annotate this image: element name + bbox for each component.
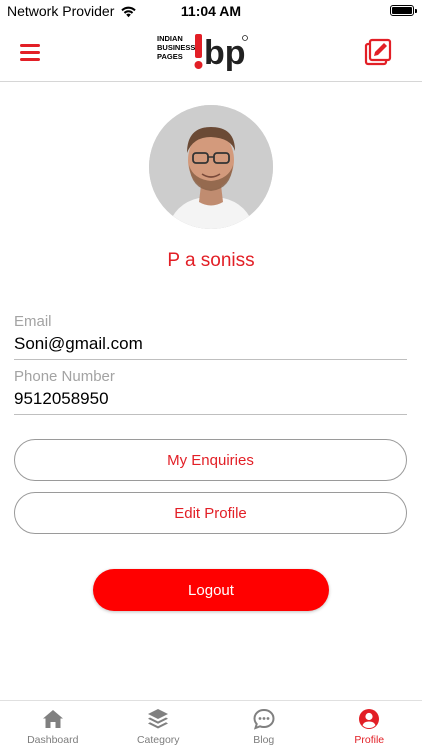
logout-button[interactable]: Logout [93, 569, 329, 611]
bottom-tab-bar: Dashboard Category Blog Profile [0, 700, 422, 750]
home-icon [42, 710, 63, 728]
tab-dashboard[interactable]: Dashboard [0, 701, 106, 750]
tab-label-dashboard: Dashboard [27, 734, 79, 746]
svg-text:bp: bp [204, 34, 246, 72]
tab-blog[interactable]: Blog [211, 701, 317, 750]
hamburger-menu-icon[interactable] [20, 40, 44, 64]
profile-name: P a soniss [167, 250, 255, 271]
edit-profile-button[interactable]: Edit Profile [14, 492, 407, 534]
user-circle-icon [359, 709, 380, 729]
layers-icon [148, 709, 169, 729]
battery-icon [390, 5, 417, 16]
tab-label-profile: Profile [354, 734, 385, 746]
email-label: Email [14, 313, 52, 330]
svg-text:BUSINESS: BUSINESS [157, 43, 195, 52]
my-enquiries-button[interactable]: My Enquiries [14, 439, 407, 481]
tab-label-category: Category [136, 734, 180, 746]
chat-bubble-icon [253, 708, 275, 730]
profile-avatar [149, 105, 273, 229]
svg-text:INDIAN: INDIAN [157, 34, 183, 43]
edit-square-icon[interactable] [364, 38, 392, 66]
clock: 11:04 AM [180, 3, 242, 19]
status-bar: Network Provider 11:04 AM [0, 0, 422, 22]
app-header: INDIAN BUSINESS PAGES bp [0, 22, 422, 82]
phone-label: Phone Number [14, 368, 115, 385]
email-field: Email Soni@gmail.com [14, 313, 407, 360]
tab-category[interactable]: Category [106, 701, 212, 750]
phone-value: 9512058950 [14, 389, 109, 408]
svg-text:PAGES: PAGES [157, 52, 183, 61]
email-value: Soni@gmail.com [14, 334, 143, 353]
ibp-logo: INDIAN BUSINESS PAGES bp [155, 30, 267, 76]
tab-profile[interactable]: Profile [317, 701, 422, 750]
phone-field: Phone Number 9512058950 [14, 368, 407, 415]
tab-label-blog: Blog [253, 734, 275, 746]
